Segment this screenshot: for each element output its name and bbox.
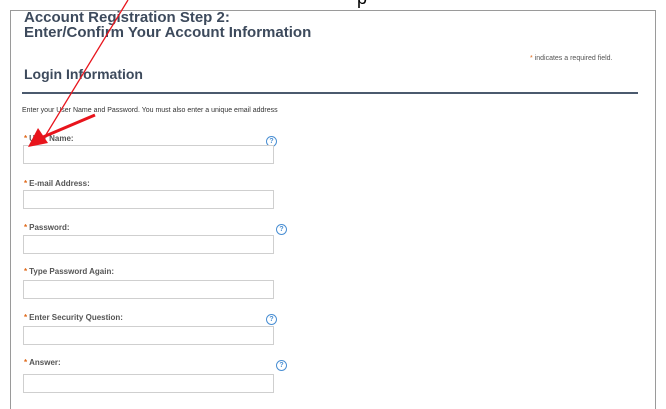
required-star: * — [24, 358, 28, 367]
email-input[interactable] — [23, 190, 274, 209]
confirm-password-label: * Type Password Again: — [24, 267, 115, 276]
required-field-note: * indicates a required field. — [530, 55, 613, 62]
required-star: * — [24, 134, 28, 143]
required-star: * — [24, 313, 28, 322]
answer-label: * Answer: — [24, 358, 61, 367]
question-circle-icon[interactable]: ? — [276, 224, 287, 235]
security-question-label: * Enter Security Question: — [24, 313, 123, 322]
section-title: Login Information — [24, 66, 143, 82]
security-question-input[interactable] — [23, 326, 274, 345]
question-circle-icon[interactable]: ? — [266, 314, 277, 325]
answer-input[interactable] — [23, 374, 274, 393]
page-title-line1: Account Registration Step 2: — [24, 9, 230, 26]
page-title: Account Registration Step 2: Enter/Confi… — [24, 10, 311, 40]
required-note-text: indicates a required field. — [532, 55, 613, 62]
section-intro: Enter your User Name and Password. You m… — [22, 107, 278, 114]
user-name-input[interactable] — [23, 145, 274, 164]
email-label: * E-mail Address: — [24, 179, 90, 188]
partial-top-text: p — [357, 0, 367, 9]
question-circle-icon[interactable]: ? — [276, 360, 287, 371]
password-input[interactable] — [23, 235, 274, 254]
password-label: * Password: — [24, 223, 70, 232]
required-star: * — [24, 223, 28, 232]
required-star: * — [24, 267, 28, 276]
user-name-label: * User Name: — [24, 134, 74, 143]
required-star: * — [24, 179, 28, 188]
confirm-password-input[interactable] — [23, 280, 274, 299]
section-divider — [22, 92, 638, 94]
page-title-line2: Enter/Confirm Your Account Information — [24, 24, 312, 41]
